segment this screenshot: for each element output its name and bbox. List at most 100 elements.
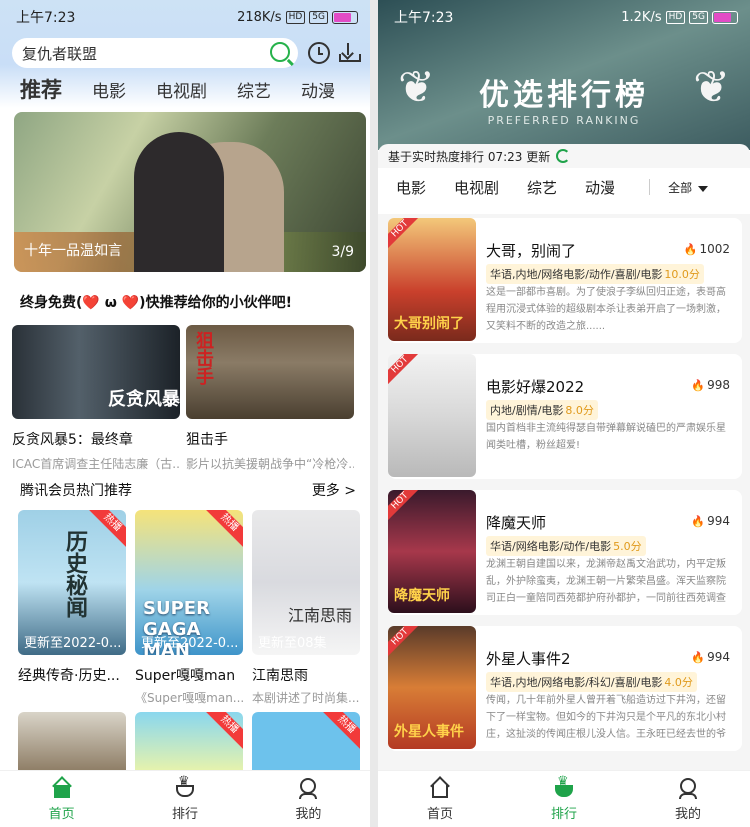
hot-badge: 热播 (202, 510, 243, 550)
home-icon (51, 777, 73, 799)
nav-rank[interactable]: 排行 (551, 774, 577, 822)
filter-all-dropdown[interactable]: 全部 (668, 179, 708, 196)
genre-tag: 华语/网络电影/动作/电影 5.0分 (486, 536, 646, 556)
heat-count: 994 (691, 650, 730, 664)
item-desc: 这是一部都市喜剧。为了使浪子李纵回归正途，表哥高程用沉浸式体验的超级剧本杀让表弟… (486, 287, 726, 332)
battery-icon (712, 10, 738, 24)
status-bar: 上午7:23 218K/s HD 5G (0, 0, 370, 34)
hd-icon: HD (285, 10, 306, 24)
hd-icon: HD (665, 10, 686, 24)
nav-me[interactable]: 我的 (295, 777, 321, 822)
ranking-list: HOT大哥别闹了 大哥，别闹了 1002 华语,内地/网络电影/动作/喜剧/电影… (378, 214, 750, 774)
show-card[interactable]: 热播 (135, 712, 243, 772)
tab-anime[interactable]: 动漫 (301, 77, 335, 102)
status-bar: 上午7:23 1.2K/s HD 5G (378, 0, 750, 34)
download-icon[interactable] (338, 42, 361, 64)
genre-tag: 华语,内地/网络电影/科幻/喜剧/电影 4.0分 (486, 672, 697, 692)
signal-icon: 5G (309, 10, 328, 24)
show-card[interactable] (18, 712, 126, 772)
tab-recommend[interactable]: 推荐 (20, 74, 62, 104)
item-poster: HOT 降魔天师 (388, 490, 476, 613)
show-card[interactable]: 热播 (252, 712, 360, 772)
crown-icon (553, 774, 575, 799)
rank-tab-anime[interactable]: 动漫 (585, 177, 615, 198)
ranking-item[interactable]: HOT大哥别闹了 大哥，别闹了 1002 华语,内地/网络电影/动作/喜剧/电影… (388, 218, 742, 343)
nav-rank[interactable]: 排行 (172, 774, 198, 822)
genre-tag: 华语,内地/网络电影/动作/喜剧/电影 10.0分 (486, 264, 704, 284)
update-label: 更新至2022-0... (141, 636, 239, 651)
update-label: 更新至08集 (258, 636, 327, 651)
movie-poster: 反贪风暴 (12, 325, 180, 419)
rank-tab-movie[interactable]: 电影 (396, 177, 426, 198)
show-poster: 热播 (135, 712, 243, 772)
score: 10.0分 (664, 268, 700, 281)
item-title: 降魔天师 (486, 514, 547, 532)
banner-carousel[interactable]: 十年一品温如言 3/9 (14, 112, 366, 272)
movie-title: 反贪风暴5：最终章 (12, 432, 133, 448)
ranking-subtitle: PREFERRED RANKING (487, 114, 641, 127)
score: 5.0分 (613, 540, 642, 553)
heat-count: 1002 (684, 242, 730, 256)
show-subtitle: 本剧讲述了时尚集... (252, 691, 360, 705)
show-title: Super嘎嘎man (135, 668, 236, 684)
show-poster: SUPER GAGA MAN 热播 更新至2022-0... (135, 510, 243, 655)
nav-me[interactable]: 我的 (675, 777, 701, 822)
movie-card[interactable]: 狙击手 狙击手 影片以抗美援朝战争中“冷枪冷... (186, 325, 354, 472)
tab-tv[interactable]: 电视剧 (156, 77, 207, 102)
search-input[interactable]: 复仇者联盟 (12, 38, 298, 68)
movie-card[interactable]: 反贪风暴 反贪风暴5：最终章 ICAC首席调查主任陆志廉（古... (12, 325, 180, 472)
hot-badge: HOT (388, 218, 421, 250)
ranking-item[interactable]: HOT 电影好爆2022 998 内地/剧情/电影8.0分 国内首档非主流纯得瑟… (388, 354, 742, 479)
show-subtitle: 《Super嘎嘎man... (135, 691, 243, 705)
rank-tab-tv[interactable]: 电视剧 (454, 177, 499, 198)
nav-home[interactable]: 首页 (49, 777, 75, 822)
hot-badge: HOT (388, 490, 421, 522)
tab-variety[interactable]: 综艺 (237, 77, 271, 102)
ranking-item[interactable]: HOT外星人事件 外星人事件2 994 华语,内地/网络电影/科幻/喜剧/电影4… (388, 626, 742, 751)
home-icon (429, 777, 451, 799)
heat-count: 994 (691, 514, 730, 528)
battery-icon (332, 10, 358, 24)
hot-badge: HOT (388, 626, 421, 658)
section-title: 腾讯会员热门推荐 (20, 483, 132, 499)
show-card[interactable]: SUPER GAGA MAN 热播 更新至2022-0... Super嘎嘎ma… (135, 510, 243, 706)
ranking-title: 优选排行榜 (479, 78, 649, 113)
banner-index: 3/9 (331, 244, 354, 260)
item-title: 外星人事件2 (486, 650, 571, 668)
bottom-nav: 首页 排行 我的 (0, 770, 370, 827)
vip-grid-row2: 热播 热播 (18, 712, 360, 772)
rank-tab-variety[interactable]: 综艺 (527, 177, 557, 198)
item-poster: HOT 外星人事件 (388, 626, 476, 749)
show-title: 江南思雨 (252, 668, 308, 684)
user-icon (297, 777, 319, 799)
item-title: 大哥，别闹了 (486, 242, 577, 260)
item-desc: 传闻，几十年前外星人曾开着飞船造访过下井沟，还留下了一样宝物。但如今的下井沟只是… (486, 695, 726, 740)
ranking-item[interactable]: HOT降魔天师 降魔天师 994 华语/网络电影/动作/电影5.0分 龙渊王朝自… (388, 490, 742, 615)
show-card[interactable]: 历史秘闻 热播 更新至2022-0... 经典传奇·历史... (18, 510, 126, 706)
search-icon[interactable] (270, 42, 290, 62)
ranking-screen: 上午7:23 1.2K/s HD 5G ❦ ❦ 优选排行榜 PREFERRED … (378, 0, 750, 827)
show-card[interactable]: 江南思雨 更新至08集 江南思雨 本剧讲述了时尚集... (252, 510, 360, 706)
update-line: 基于实时热度排行 07:23 更新 (378, 144, 750, 168)
bottom-nav: 首页 排行 我的 (378, 770, 750, 827)
show-poster (18, 712, 126, 772)
vip-grid: 历史秘闻 热播 更新至2022-0... 经典传奇·历史... SUPER GA… (18, 510, 360, 706)
status-time: 上午7:23 (394, 10, 454, 26)
crown-icon (174, 774, 196, 799)
refresh-icon[interactable] (556, 149, 571, 163)
free-movie-row: 反贪风暴 反贪风暴5：最终章 ICAC首席调查主任陆志廉（古... 狙击手 狙击… (12, 325, 354, 472)
score: 8.0分 (565, 404, 594, 417)
tab-movie[interactable]: 电影 (92, 77, 126, 102)
home-screen: 上午7:23 218K/s HD 5G 复仇者联盟 推荐 电影 电视剧 综艺 动… (0, 0, 370, 827)
more-link[interactable]: 更多 > (312, 480, 356, 500)
show-title: 经典传奇·历史... (18, 668, 120, 684)
category-tabs: 推荐 电影 电视剧 综艺 动漫 (20, 74, 335, 104)
ranking-tabs: 电影 电视剧 综艺 动漫 全部 (378, 172, 750, 202)
hot-badge: HOT (388, 354, 421, 386)
movie-subtitle: ICAC首席调查主任陆志廉（古... (12, 457, 180, 471)
item-poster: HOT (388, 354, 476, 477)
section-header: 腾讯会员热门推荐 更多 > (20, 480, 356, 500)
history-icon[interactable] (308, 42, 330, 64)
hot-badge: 热播 (85, 510, 126, 550)
nav-home[interactable]: 首页 (427, 777, 453, 822)
